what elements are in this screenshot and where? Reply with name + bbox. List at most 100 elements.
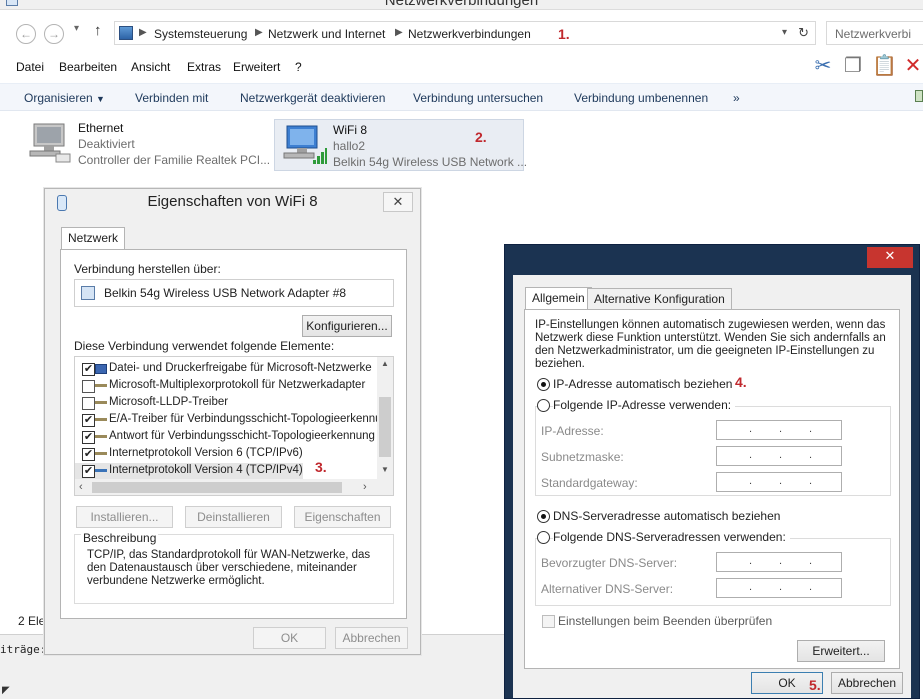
- subnet-field[interactable]: ...: [716, 446, 842, 466]
- advanced-button[interactable]: Erweitert...: [797, 640, 885, 662]
- item-label: Internetprotokoll Version 4 (TCP/IPv4): [109, 464, 303, 476]
- item-checkbox[interactable]: [82, 397, 95, 410]
- connect-to-button[interactable]: Verbinden mit: [135, 91, 208, 105]
- uninstall-button[interactable]: Deinstallieren: [185, 506, 282, 528]
- back-arrow-icon[interactable]: ←: [16, 24, 36, 44]
- scroll-left-icon[interactable]: ‹: [79, 481, 83, 493]
- close-button[interactable]: ✕: [383, 192, 413, 212]
- manual-dns-radio[interactable]: [537, 531, 550, 544]
- breadcrumb-netzwerkverbindungen[interactable]: Netzwerkverbindungen: [408, 27, 531, 41]
- diagnose-connection-button[interactable]: Verbindung untersuchen: [413, 91, 543, 105]
- ok-button[interactable]: OK: [253, 627, 326, 649]
- validate-label: Einstellungen beim Beenden überprüfen: [558, 614, 773, 628]
- properties-button[interactable]: Eigenschaften: [294, 506, 391, 528]
- alternate-dns-field[interactable]: ...: [716, 578, 842, 598]
- scroll-up-icon[interactable]: ▲: [381, 359, 389, 368]
- manual-ip-radio[interactable]: [537, 399, 550, 412]
- organize-button[interactable]: Organisieren ▼: [24, 91, 105, 105]
- close-button[interactable]: ✕: [867, 247, 913, 268]
- gateway-field[interactable]: ...: [716, 472, 842, 492]
- scroll-thumb[interactable]: [92, 482, 342, 493]
- alternate-dns-label: Alternativer DNS-Server:: [541, 582, 674, 596]
- adapter-name: Belkin 54g Wireless USB Network Adapter …: [104, 286, 347, 300]
- annotation-1: 1.: [558, 26, 570, 42]
- install-button[interactable]: Installieren...: [76, 506, 173, 528]
- address-input[interactable]: ▶ Systemsteuerung ▶ Netzwerk und Interne…: [114, 21, 816, 45]
- protocol-icon: [95, 469, 107, 472]
- scroll-down-icon[interactable]: ▼: [381, 465, 389, 474]
- ip-dot: .: [749, 581, 753, 593]
- item-checkbox[interactable]: ✔: [82, 363, 95, 376]
- preferred-dns-field[interactable]: ...: [716, 552, 842, 572]
- cancel-button[interactable]: Abbrechen: [831, 672, 903, 694]
- more-commands-button[interactable]: »: [733, 91, 740, 105]
- auto-ip-radio[interactable]: [537, 378, 550, 391]
- components-list[interactable]: ✔ Datei- und Druckerfreigabe für Microso…: [74, 356, 394, 496]
- tab-alternative-konfiguration[interactable]: Alternative Konfiguration: [587, 288, 732, 309]
- list-item[interactable]: ✔ E/A-Treiber für Verbindungsschicht-Top…: [75, 412, 393, 429]
- horizontal-scrollbar[interactable]: ‹ ›: [75, 479, 393, 495]
- ip-dot: .: [779, 555, 783, 567]
- tab-allgemein[interactable]: Allgemein: [525, 287, 592, 310]
- item-checkbox[interactable]: ✔: [82, 431, 95, 444]
- scissors-icon[interactable]: ✂: [812, 54, 834, 78]
- view-options-icon[interactable]: [915, 90, 923, 102]
- scroll-thumb[interactable]: [379, 397, 391, 457]
- connection-wifi-8[interactable]: WiFi 8 hallo2 Belkin 54g Wireless USB Ne…: [274, 119, 527, 171]
- rename-connection-button[interactable]: Verbindung umbenennen: [574, 91, 708, 105]
- chevron-right-icon[interactable]: ▶: [139, 27, 147, 38]
- refresh-icon[interactable]: ↻: [798, 25, 809, 41]
- address-dropdown-icon[interactable]: ▾: [782, 27, 787, 38]
- forward-arrow-icon[interactable]: →: [44, 24, 64, 44]
- menu-datei[interactable]: Datei: [16, 60, 44, 74]
- manual-dns-label: Folgende DNS-Serveradressen verwenden:: [553, 530, 790, 544]
- adapter-icon: [81, 286, 95, 300]
- vertical-scrollbar[interactable]: ▲ ▼: [377, 357, 393, 479]
- validate-checkbox[interactable]: [542, 615, 555, 628]
- up-arrow-icon[interactable]: ↑: [94, 22, 102, 39]
- control-panel-icon: [119, 26, 133, 40]
- connection-name: WiFi 8: [333, 123, 367, 137]
- list-item[interactable]: ✔ Datei- und Druckerfreigabe für Microso…: [75, 361, 375, 378]
- item-label: E/A-Treiber für Verbindungsschicht-Topol…: [109, 413, 394, 425]
- auto-dns-radio[interactable]: [537, 510, 550, 523]
- item-checkbox[interactable]: ✔: [82, 414, 95, 427]
- menu-bearbeiten[interactable]: Bearbeiten: [59, 60, 117, 74]
- chevron-right-icon[interactable]: ▶: [395, 27, 403, 38]
- ip-address-field[interactable]: ...: [716, 420, 842, 440]
- ip-dot: .: [809, 449, 813, 461]
- protocol-icon: [95, 435, 107, 438]
- paste-icon[interactable]: 📋: [872, 54, 897, 78]
- tab-netzwerk[interactable]: Netzwerk: [61, 227, 126, 250]
- breadcrumb-netzwerk-und-internet[interactable]: Netzwerk und Internet: [268, 27, 385, 41]
- ip-address-label: IP-Adresse:: [541, 424, 604, 438]
- ethernet-adapter-icon: [29, 123, 71, 163]
- scroll-right-icon[interactable]: ›: [363, 481, 367, 493]
- list-item-selected[interactable]: ✔ Internetprotokoll Version 4 (TCP/IPv4): [75, 463, 303, 480]
- menu-ansicht[interactable]: Ansicht: [131, 60, 170, 74]
- disable-device-button[interactable]: Netzwerkgerät deaktivieren: [240, 91, 385, 105]
- ip-dot: .: [809, 423, 813, 435]
- list-item[interactable]: Microsoft-Multiplexorprotokoll für Netzw…: [75, 378, 375, 395]
- list-item[interactable]: ✔ Antwort für Verbindungsschicht-Topolog…: [75, 429, 375, 446]
- item-checkbox[interactable]: [82, 380, 95, 393]
- connection-ethernet[interactable]: Ethernet Deaktiviert Controller der Fami…: [20, 118, 270, 170]
- chevron-right-icon[interactable]: ▶: [255, 27, 263, 38]
- auto-dns-label: DNS-Serveradresse automatisch beziehen: [553, 509, 781, 523]
- connection-status: Deaktiviert: [78, 137, 135, 151]
- configure-button[interactable]: Konfigurieren...: [302, 315, 392, 337]
- breadcrumb-systemsteuerung[interactable]: Systemsteuerung: [154, 27, 247, 41]
- cancel-button[interactable]: Abbrechen: [335, 627, 408, 649]
- search-input[interactable]: Netzwerkverbi: [826, 21, 923, 45]
- recent-dropdown-icon[interactable]: ▾: [74, 23, 79, 34]
- item-checkbox[interactable]: ✔: [82, 448, 95, 461]
- copy-icon[interactable]: ❐: [842, 54, 864, 78]
- item-checkbox[interactable]: ✔: [82, 465, 95, 478]
- list-item[interactable]: Microsoft-LLDP-Treiber: [75, 395, 375, 412]
- list-item[interactable]: ✔ Internetprotokoll Version 6 (TCP/IPv6): [75, 446, 375, 463]
- menu-extras[interactable]: Extras: [187, 60, 221, 74]
- delete-icon[interactable]: ✕: [902, 54, 923, 78]
- menu-erweitert[interactable]: Erweitert: [233, 60, 280, 74]
- annotation-5: 5.: [809, 677, 821, 693]
- menu-help[interactable]: ?: [295, 60, 302, 74]
